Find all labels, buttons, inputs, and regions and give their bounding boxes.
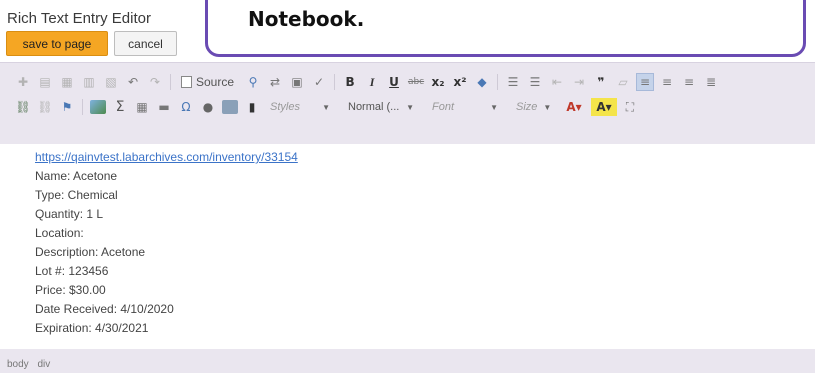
text-color-icon[interactable]: A▾ [561, 98, 587, 116]
table-icon[interactable]: ▦ [133, 98, 151, 116]
toolbar-row-1: ✚ ▤ ▦ ▥ ▧ ↶ ↷ Source ⚲ ⇄ ▣ ✓ B I U abc x… [14, 71, 724, 93]
justify-icon[interactable]: ≣ [702, 73, 720, 91]
link-icon[interactable]: ⛓ [14, 98, 32, 116]
unlink-icon[interactable]: ⛓ [36, 98, 54, 116]
strikethrough-icon[interactable]: abc [407, 73, 425, 91]
toolbar-separator [334, 74, 336, 90]
format-label: Normal (... [348, 101, 400, 113]
paste-from-word-icon[interactable]: ▥ [80, 73, 98, 91]
rich-text-editor: ✚ ▤ ▦ ▥ ▧ ↶ ↷ Source ⚲ ⇄ ▣ ✓ B I U abc x… [0, 62, 815, 373]
horizontal-line-icon[interactable]: ▬ [155, 98, 173, 116]
sum-icon[interactable]: Σ [111, 98, 129, 116]
content-line-lot: Lot #: 123456 [35, 264, 109, 278]
replace-icon[interactable]: ⇄ [266, 73, 284, 91]
toolbar-separator [497, 74, 499, 90]
content-line-price: Price: $30.00 [35, 283, 106, 297]
background-color-icon[interactable]: A▾ [591, 98, 617, 116]
remove-format-icon[interactable]: ◆ [473, 73, 491, 91]
align-right-icon[interactable]: ≡ [680, 73, 698, 91]
content-line-date-received: Date Received: 4/10/2020 [35, 302, 174, 316]
callout-text: Notebook. [248, 7, 365, 31]
source-icon [181, 76, 192, 88]
find-icon[interactable]: ⚲ [244, 73, 262, 91]
paste-word-icon[interactable]: ▦ [58, 73, 76, 91]
content-line-name: Name: Acetone [35, 169, 118, 183]
align-center-icon[interactable]: ≡ [658, 73, 676, 91]
underline-icon[interactable]: U [385, 73, 403, 91]
page-break-icon[interactable]: ▮ [243, 98, 261, 116]
spellcheck-icon[interactable]: ✓ [310, 73, 328, 91]
toolbar-separator [82, 99, 83, 115]
toolbar-separator [170, 74, 171, 90]
format-combo[interactable]: Normal (... ▼ [343, 98, 419, 116]
styles-combo[interactable]: Styles ▼ [265, 98, 335, 116]
path-div[interactable]: div [37, 359, 50, 370]
chevron-down-icon: ▼ [406, 102, 414, 112]
chevron-down-icon: ▼ [543, 102, 552, 112]
font-label: Font [432, 101, 455, 113]
subscript-icon[interactable]: x₂ [429, 73, 447, 91]
editor-title: Rich Text Entry Editor [7, 10, 151, 27]
content-line-quantity: Quantity: 1 L [35, 207, 104, 221]
styles-label: Styles [270, 101, 300, 113]
numbered-list-icon[interactable]: ☰ [504, 73, 522, 91]
redo-icon[interactable]: ↷ [146, 73, 164, 91]
smiley-icon[interactable]: ● [199, 98, 217, 116]
font-combo[interactable]: Font ▼ [427, 98, 503, 116]
chevron-down-icon: ▼ [322, 102, 330, 112]
chevron-down-icon: ▼ [490, 102, 498, 112]
italic-icon[interactable]: I [363, 73, 381, 91]
cancel-button[interactable]: cancel [114, 31, 177, 56]
anchor-icon[interactable]: ⚑ [58, 98, 76, 116]
select-all-icon[interactable]: ▣ [288, 73, 306, 91]
paste-icon[interactable]: ✚ [14, 73, 32, 91]
indent-icon[interactable]: ⇥ [570, 73, 588, 91]
source-label: Source [196, 75, 235, 89]
callout-box: Notebook. [205, 0, 806, 57]
outdent-icon[interactable]: ⇤ [548, 73, 566, 91]
blockquote-icon[interactable]: ❞ [592, 73, 610, 91]
content-line-expiration: Expiration: 4/30/2021 [35, 321, 149, 335]
path-body[interactable]: body [7, 359, 29, 370]
undo-icon[interactable]: ↶ [124, 73, 142, 91]
status-bar: body div [0, 357, 815, 373]
size-combo[interactable]: Size ▼ [511, 98, 553, 116]
maximize-icon[interactable]: ⛶ [621, 98, 639, 116]
content-line-type: Type: Chemical [35, 188, 118, 202]
source-button[interactable]: Source [177, 73, 238, 91]
editor-content[interactable]: https://qainvtest.labarchives.com/invent… [0, 144, 815, 349]
inventory-link[interactable]: https://qainvtest.labarchives.com/invent… [35, 150, 298, 164]
image-icon[interactable] [89, 98, 107, 116]
toolbar-row-2: ⛓ ⛓ ⚑ Σ ▦ ▬ Ω ● ▮ Styles ▼ Normal (... ▼… [14, 96, 643, 118]
content-line-description: Description: Acetone [35, 245, 146, 259]
div-icon[interactable]: ▱ [614, 73, 632, 91]
paste-text-icon[interactable]: ▤ [36, 73, 54, 91]
size-label: Size [516, 101, 538, 113]
align-left-icon[interactable]: ≡ [636, 73, 655, 91]
superscript-icon[interactable]: x² [451, 73, 469, 91]
template-icon[interactable]: ▧ [102, 73, 120, 91]
content-line-location: Location: [35, 226, 84, 240]
special-char-icon[interactable]: Ω [177, 98, 195, 116]
save-button[interactable]: save to page [6, 31, 108, 56]
iframe-icon[interactable] [221, 98, 239, 116]
bulleted-list-icon[interactable]: ☰ [526, 73, 544, 91]
bold-icon[interactable]: B [341, 73, 359, 91]
